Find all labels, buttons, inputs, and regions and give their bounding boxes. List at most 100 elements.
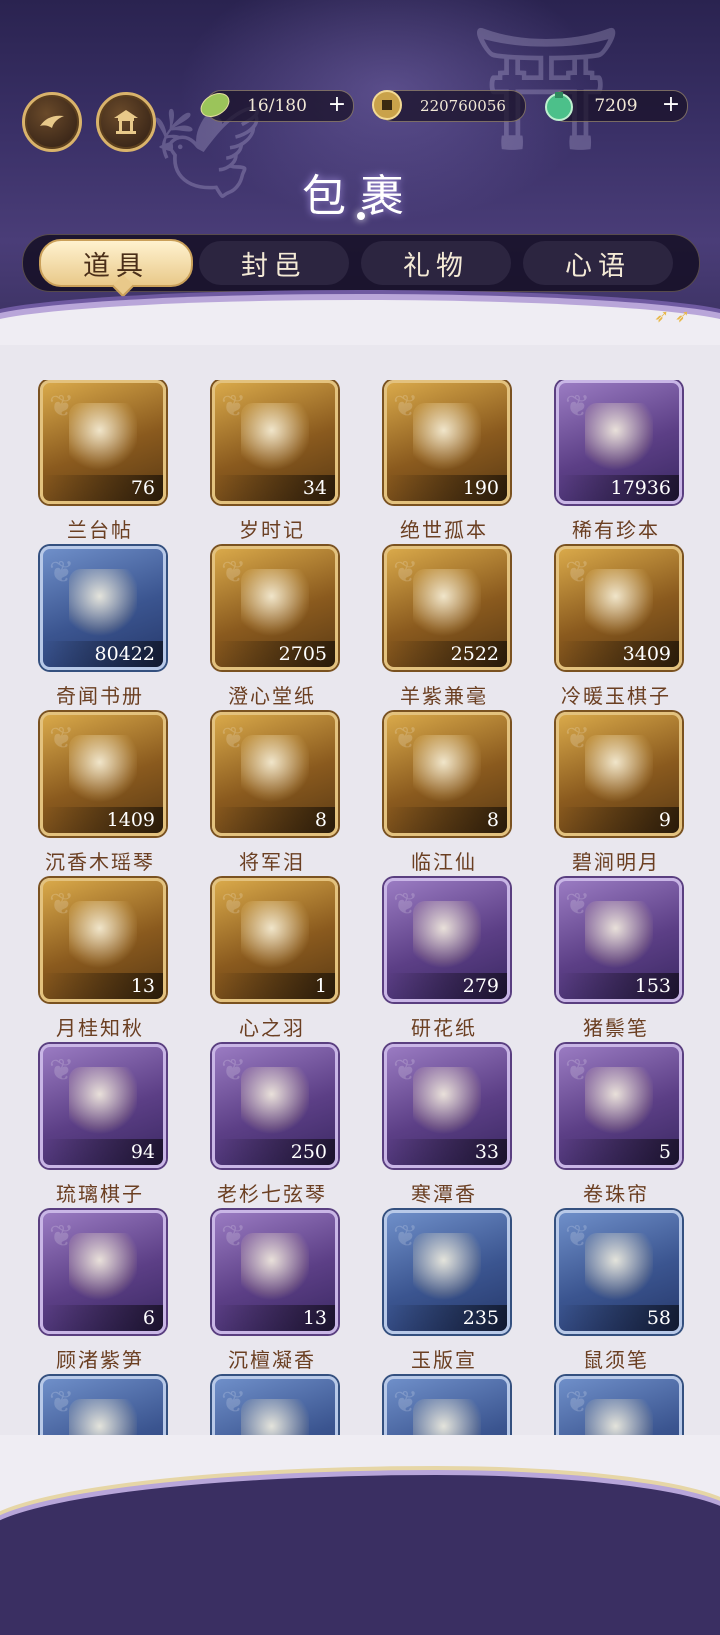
inventory-item[interactable]: ❦ 17936 稀有珍本 [556,380,682,543]
item-card: ❦ 190 [384,380,510,504]
item-name: 岁时记 [239,518,305,542]
item-count: 34 [215,475,335,501]
item-art-icon [241,901,309,969]
item-count: 80422 [43,641,163,667]
item-art-icon [241,569,309,637]
item-card: ❦ 76 [40,380,166,504]
inventory-item[interactable]: ❦ 76 兰台帖 [40,380,166,543]
item-art-icon [241,735,309,803]
add-jade-button[interactable]: + [659,94,683,118]
inventory-item[interactable]: ❦ 8 将军泪 [212,712,338,875]
item-art-icon [585,735,653,803]
item-count: 58 [559,1305,679,1331]
inventory-item[interactable]: ❦ 34 岁时记 [212,380,338,543]
pavilion-button[interactable] [96,92,156,152]
item-art-icon [585,1067,653,1135]
inventory-item[interactable]: ❦ 80422 奇闻书册 [40,546,166,709]
item-name: 顾渚紫笋 [56,1348,144,1372]
item-count: 2522 [387,641,507,667]
inventory-item[interactable]: ❦ 13 沉檀凝香 [212,1210,338,1373]
item-card: ❦ [40,1376,166,1435]
item-count: 1 [215,973,335,999]
inventory-item[interactable]: ❦ 58 鼠须笔 [556,1210,682,1373]
inventory-item[interactable]: ❦ [40,1376,166,1435]
tab-fief[interactable]: 封邑 [199,241,349,285]
item-art-icon [69,1233,137,1301]
footer-decoration [0,1435,720,1635]
inventory-item[interactable]: ❦ [212,1376,338,1435]
crane-home-button[interactable] [22,92,82,152]
pavilion-icon [114,110,138,134]
inventory-item[interactable]: ❦ 3409 冷暖玉棋子 [556,546,682,709]
item-card: ❦ 3409 [556,546,682,670]
jade-resource: 7209 + [545,90,688,122]
inventory-item[interactable]: ❦ 9 碧涧明月 [556,712,682,875]
item-card: ❦ 13 [212,1210,338,1334]
item-art-icon [413,403,481,471]
add-stamina-button[interactable]: + [325,94,349,118]
item-card: ❦ 80422 [40,546,166,670]
item-count: 235 [387,1305,507,1331]
item-grid: ❦ 76 兰台帖 ❦ 34 岁时记 ❦ 190 绝世孤本 ❦ 17936 稀有珍本 ❦ 80422 奇闻书册… [0,380,720,1435]
item-count: 13 [43,973,163,999]
leaf-stamina-icon [200,93,230,117]
item-name: 稀有珍本 [572,518,660,542]
inventory-item[interactable]: ❦ [556,1376,682,1435]
item-art-icon [69,735,137,803]
inventory-item[interactable]: ❦ 2522 羊紫兼毫 [384,546,510,709]
item-card: ❦ [212,1376,338,1435]
item-art-icon [241,1067,309,1135]
inventory-item[interactable]: ❦ 153 猪鬃笔 [556,878,682,1041]
item-count: 76 [43,475,163,501]
item-art-icon [413,901,481,969]
inventory-item[interactable]: ❦ 94 琉璃棋子 [40,1044,166,1207]
header-wave-border [0,300,720,345]
item-card: ❦ 17936 [556,380,682,504]
item-card: ❦ 279 [384,878,510,1002]
coin-resource: 220760056 [372,90,526,122]
item-card: ❦ 33 [384,1044,510,1168]
item-name: 临江仙 [411,850,477,874]
item-art-icon [585,1399,653,1435]
header-banner: 🕊 ⛩ 16/180 + 220760056 7209 + 包裹 道具 封邑 礼… [0,0,720,345]
item-count: 8 [387,807,507,833]
tab-heart-words[interactable]: 心语 [523,241,673,285]
item-name: 绝世孤本 [400,518,488,542]
inventory-item[interactable]: ❦ 8 临江仙 [384,712,510,875]
tab-gifts[interactable]: 礼物 [361,241,511,285]
item-card: ❦ 250 [212,1044,338,1168]
inventory-item[interactable]: ❦ 235 玉版宣 [384,1210,510,1373]
item-name: 澄心堂纸 [228,684,316,708]
item-name: 奇闻书册 [56,684,144,708]
item-art-icon [241,1233,309,1301]
footer-wave [0,1475,720,1635]
item-name: 鼠须笔 [583,1348,649,1372]
item-name: 寒潭香 [411,1182,477,1206]
item-art-icon [585,569,653,637]
inventory-item[interactable]: ❦ 1 心之羽 [212,878,338,1041]
inventory-item[interactable]: ❦ 190 绝世孤本 [384,380,510,543]
item-count: 153 [559,973,679,999]
item-name: 猪鬃笔 [583,1016,649,1040]
inventory-item[interactable]: ❦ 33 寒潭香 [384,1044,510,1207]
item-art-icon [69,901,137,969]
item-art-icon [413,569,481,637]
inventory-item[interactable]: ❦ 279 研花纸 [384,878,510,1041]
inventory-item[interactable]: ❦ 6 顾渚紫笋 [40,1210,166,1373]
item-card: ❦ 1409 [40,712,166,836]
item-name: 兰台帖 [67,518,133,542]
item-name: 将军泪 [239,850,305,874]
inventory-item[interactable]: ❦ 2705 澄心堂纸 [212,546,338,709]
inventory-item[interactable]: ❦ 1409 沉香木瑶琴 [40,712,166,875]
item-count: 1409 [43,807,163,833]
inventory-item[interactable]: ❦ 13 月桂知秋 [40,878,166,1041]
item-name: 月桂知秋 [56,1016,144,1040]
item-count: 250 [215,1139,335,1165]
inventory-item[interactable]: ❦ 250 老杉七弦琴 [212,1044,338,1207]
item-card: ❦ [384,1376,510,1435]
inventory-item[interactable]: ❦ 5 卷珠帘 [556,1044,682,1207]
inventory-item[interactable]: ❦ [384,1376,510,1435]
item-art-icon [413,1233,481,1301]
item-art-icon [241,403,309,471]
item-count: 13 [215,1305,335,1331]
